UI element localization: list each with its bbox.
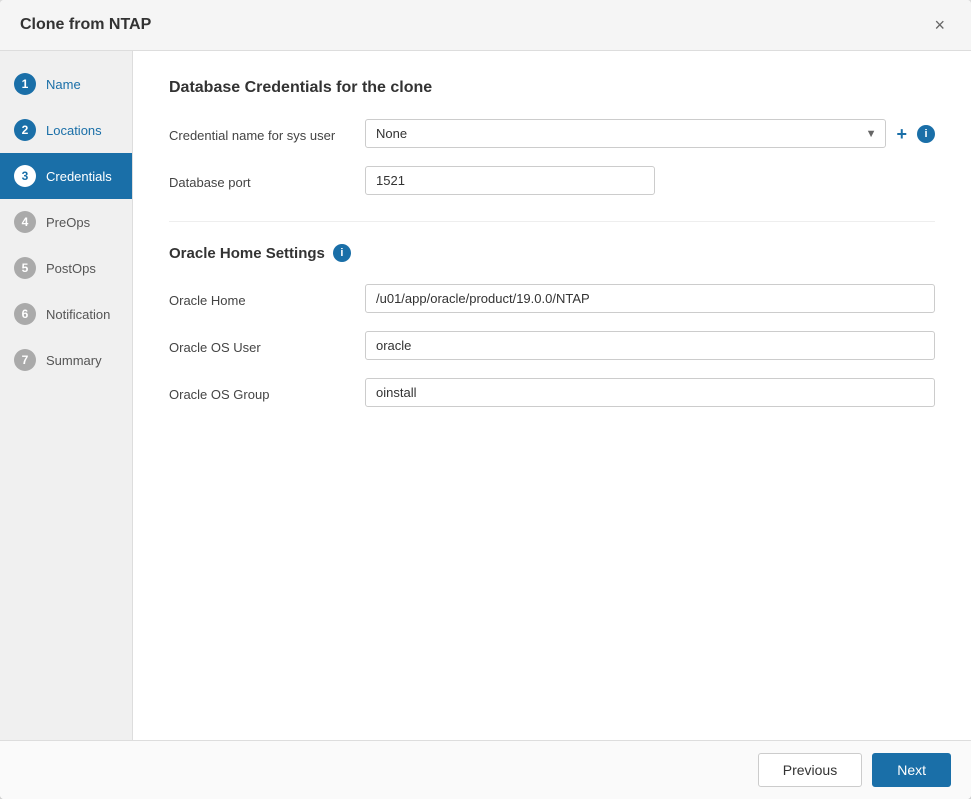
db-credentials-title: Database Credentials for the clone	[169, 79, 935, 97]
database-port-input[interactable]	[365, 166, 655, 195]
step-badge-7: 7	[14, 349, 36, 371]
database-port-label: Database port	[169, 166, 349, 192]
oracle-home-info-icon[interactable]: i	[333, 244, 351, 262]
credential-name-select[interactable]: None	[365, 119, 886, 148]
step-badge-6: 6	[14, 303, 36, 325]
previous-button[interactable]: Previous	[758, 753, 862, 787]
sidebar-item-credentials[interactable]: 3 Credentials	[0, 153, 132, 199]
oracle-os-user-label: Oracle OS User	[169, 331, 349, 357]
section-divider	[169, 221, 935, 222]
database-port-row: Database port	[169, 166, 935, 195]
sidebar-item-preops[interactable]: 4 PreOps	[0, 199, 132, 245]
sidebar-item-label-preops: PreOps	[46, 215, 90, 230]
info-icon[interactable]: i	[917, 125, 935, 143]
credential-name-select-wrap: None ▼	[365, 119, 886, 148]
step-badge-2: 2	[14, 119, 36, 141]
sidebar-item-notification[interactable]: 6 Notification	[0, 291, 132, 337]
sidebar-item-summary[interactable]: 7 Summary	[0, 337, 132, 383]
credential-name-control: None ▼ + i	[365, 119, 935, 148]
sidebar-item-label-locations: Locations	[46, 123, 102, 138]
oracle-home-input[interactable]	[365, 284, 935, 313]
oracle-home-row: Oracle Home	[169, 284, 935, 313]
plus-icon: +	[896, 124, 907, 144]
sidebar: 1 Name 2 Locations 3 Credentials 4 PreOp…	[0, 51, 133, 740]
modal-overlay: Clone from NTAP × 1 Name 2 Locations 3	[0, 0, 971, 799]
sidebar-item-locations[interactable]: 2 Locations	[0, 107, 132, 153]
oracle-os-user-row: Oracle OS User	[169, 331, 935, 360]
oracle-os-group-control	[365, 378, 935, 407]
oracle-os-group-label: Oracle OS Group	[169, 378, 349, 404]
oracle-home-control	[365, 284, 935, 313]
oracle-home-settings-title: Oracle Home Settings	[169, 245, 325, 262]
credential-name-label: Credential name for sys user	[169, 119, 349, 145]
add-credential-button[interactable]: +	[894, 125, 909, 143]
oracle-os-group-input[interactable]	[365, 378, 935, 407]
modal-header: Clone from NTAP ×	[0, 0, 971, 51]
sidebar-item-label-notification: Notification	[46, 307, 110, 322]
modal-footer: Previous Next	[0, 740, 971, 799]
database-port-control	[365, 166, 935, 195]
oracle-os-user-control	[365, 331, 935, 360]
step-badge-3: 3	[14, 165, 36, 187]
modal-title: Clone from NTAP	[20, 16, 151, 34]
main-content: Database Credentials for the clone Crede…	[133, 51, 971, 740]
next-button[interactable]: Next	[872, 753, 951, 787]
step-badge-4: 4	[14, 211, 36, 233]
sidebar-item-label-name: Name	[46, 77, 81, 92]
sidebar-item-postops[interactable]: 5 PostOps	[0, 245, 132, 291]
sidebar-item-label-postops: PostOps	[46, 261, 96, 276]
oracle-home-label: Oracle Home	[169, 284, 349, 310]
sidebar-item-label-summary: Summary	[46, 353, 102, 368]
step-badge-1: 1	[14, 73, 36, 95]
credential-name-row: Credential name for sys user None ▼ + i	[169, 119, 935, 148]
sidebar-item-name[interactable]: 1 Name	[0, 61, 132, 107]
step-badge-5: 5	[14, 257, 36, 279]
close-button[interactable]: ×	[928, 14, 951, 36]
oracle-os-group-row: Oracle OS Group	[169, 378, 935, 407]
modal-body: 1 Name 2 Locations 3 Credentials 4 PreOp…	[0, 51, 971, 740]
modal: Clone from NTAP × 1 Name 2 Locations 3	[0, 0, 971, 799]
oracle-os-user-input[interactable]	[365, 331, 935, 360]
sidebar-item-label-credentials: Credentials	[46, 169, 112, 184]
oracle-home-settings-header: Oracle Home Settings i	[169, 244, 935, 262]
